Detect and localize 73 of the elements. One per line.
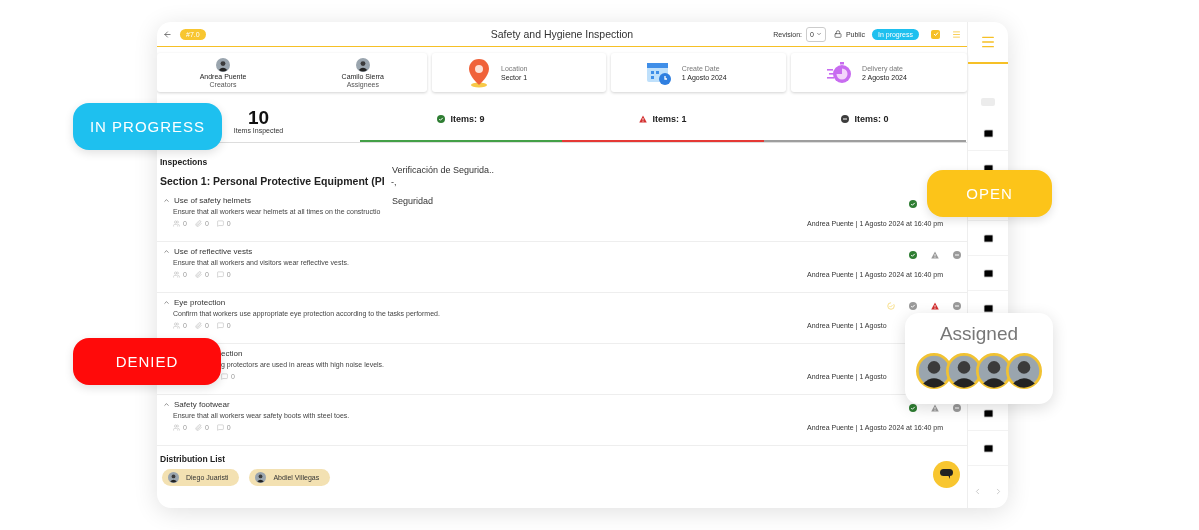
mail-icon[interactable]: [982, 127, 994, 139]
paperclip-icon[interactable]: [194, 271, 202, 278]
comment-icon[interactable]: [216, 220, 224, 227]
chevron-up-icon[interactable]: [163, 401, 170, 408]
item-title: Use of reflective vests: [174, 247, 253, 256]
comment-icon[interactable]: [221, 373, 228, 380]
warning-icon[interactable]: [639, 115, 648, 123]
status-badge: DENIED: [73, 338, 221, 385]
page-title: Safety and Hygiene Inspection: [490, 28, 634, 40]
inspections-heading: Inspections: [159, 157, 209, 167]
mail-icon[interactable]: [982, 267, 994, 279]
map-pin-icon: [467, 57, 492, 88]
check-circle-icon[interactable]: [909, 200, 917, 208]
avatar-icon: [976, 353, 1012, 389]
distribution-heading: Distribution List: [159, 454, 227, 464]
items-count: 10: [247, 108, 270, 127]
pending-check-icon[interactable]: [887, 302, 895, 310]
summary-tab[interactable]: Items: 9: [360, 100, 562, 142]
mail-icon[interactable]: [982, 302, 994, 314]
status-badge: IN PROGRESS: [73, 103, 222, 150]
comment-icon[interactable]: [216, 424, 224, 431]
paperclip-icon[interactable]: [194, 322, 202, 329]
previous-icon[interactable]: [973, 487, 982, 496]
avatar-icon: [355, 57, 370, 72]
paperclip-icon[interactable]: [194, 220, 202, 227]
comment-icon[interactable]: [216, 322, 224, 329]
section-title: Section 1: Personal Protective Equipment (PI: [159, 175, 385, 187]
people-icon[interactable]: [173, 322, 180, 329]
warning-icon[interactable]: [931, 404, 939, 412]
item-title: Safety footwear: [174, 400, 230, 409]
mail-icon[interactable]: [982, 407, 994, 419]
minus-circle-icon[interactable]: [841, 115, 850, 123]
chevron-up-icon[interactable]: [163, 197, 170, 204]
menu-icon[interactable]: [952, 29, 961, 39]
lock-icon: [833, 30, 842, 38]
next-icon[interactable]: [994, 487, 1003, 496]
avatar-icon: [168, 472, 179, 483]
summary-tab[interactable]: Items: 1: [562, 100, 764, 142]
back-icon[interactable]: [163, 29, 172, 39]
timer-icon: [826, 60, 853, 85]
item-title: Eye protection: [174, 298, 226, 307]
caret-icon: [815, 31, 822, 37]
check-circle-icon[interactable]: [909, 251, 917, 259]
chevron-up-icon[interactable]: [163, 248, 170, 255]
floating-text: -,: [391, 177, 397, 187]
paperclip-icon[interactable]: [194, 424, 202, 431]
avatar-icon: [1006, 353, 1042, 389]
warning-icon[interactable]: [931, 302, 939, 310]
people-icon[interactable]: [173, 424, 180, 431]
avatar-icon: [946, 353, 982, 389]
assigned-title: Assigned: [939, 323, 1019, 345]
menu-icon[interactable]: [980, 34, 996, 50]
avatar-icon: [255, 472, 267, 483]
warning-icon[interactable]: [931, 251, 939, 259]
item-title: ection: [221, 349, 243, 358]
chat-icon: [940, 469, 953, 480]
chevron-up-icon[interactable]: [163, 299, 170, 306]
status-badge: OPEN: [927, 170, 1052, 217]
mail-icon[interactable]: [982, 442, 994, 454]
floating-text: Seguridad: [392, 196, 434, 206]
avatar-icon: [916, 353, 952, 389]
comment-icon[interactable]: [216, 271, 224, 278]
checkbox-icon[interactable]: [931, 29, 940, 39]
check-circle-icon[interactable]: [909, 302, 917, 310]
check-circle-icon[interactable]: [909, 404, 917, 412]
check-circle-icon[interactable]: [437, 115, 446, 123]
people-icon[interactable]: [173, 220, 180, 227]
avatar-icon: [215, 57, 230, 72]
item-title: Use of safety helmets: [174, 196, 251, 205]
summary-tab[interactable]: Items: 0: [764, 100, 966, 142]
floating-text: Verificación de Segurida..: [392, 165, 495, 175]
people-icon[interactable]: [173, 271, 180, 278]
mail-icon[interactable]: [982, 232, 994, 244]
